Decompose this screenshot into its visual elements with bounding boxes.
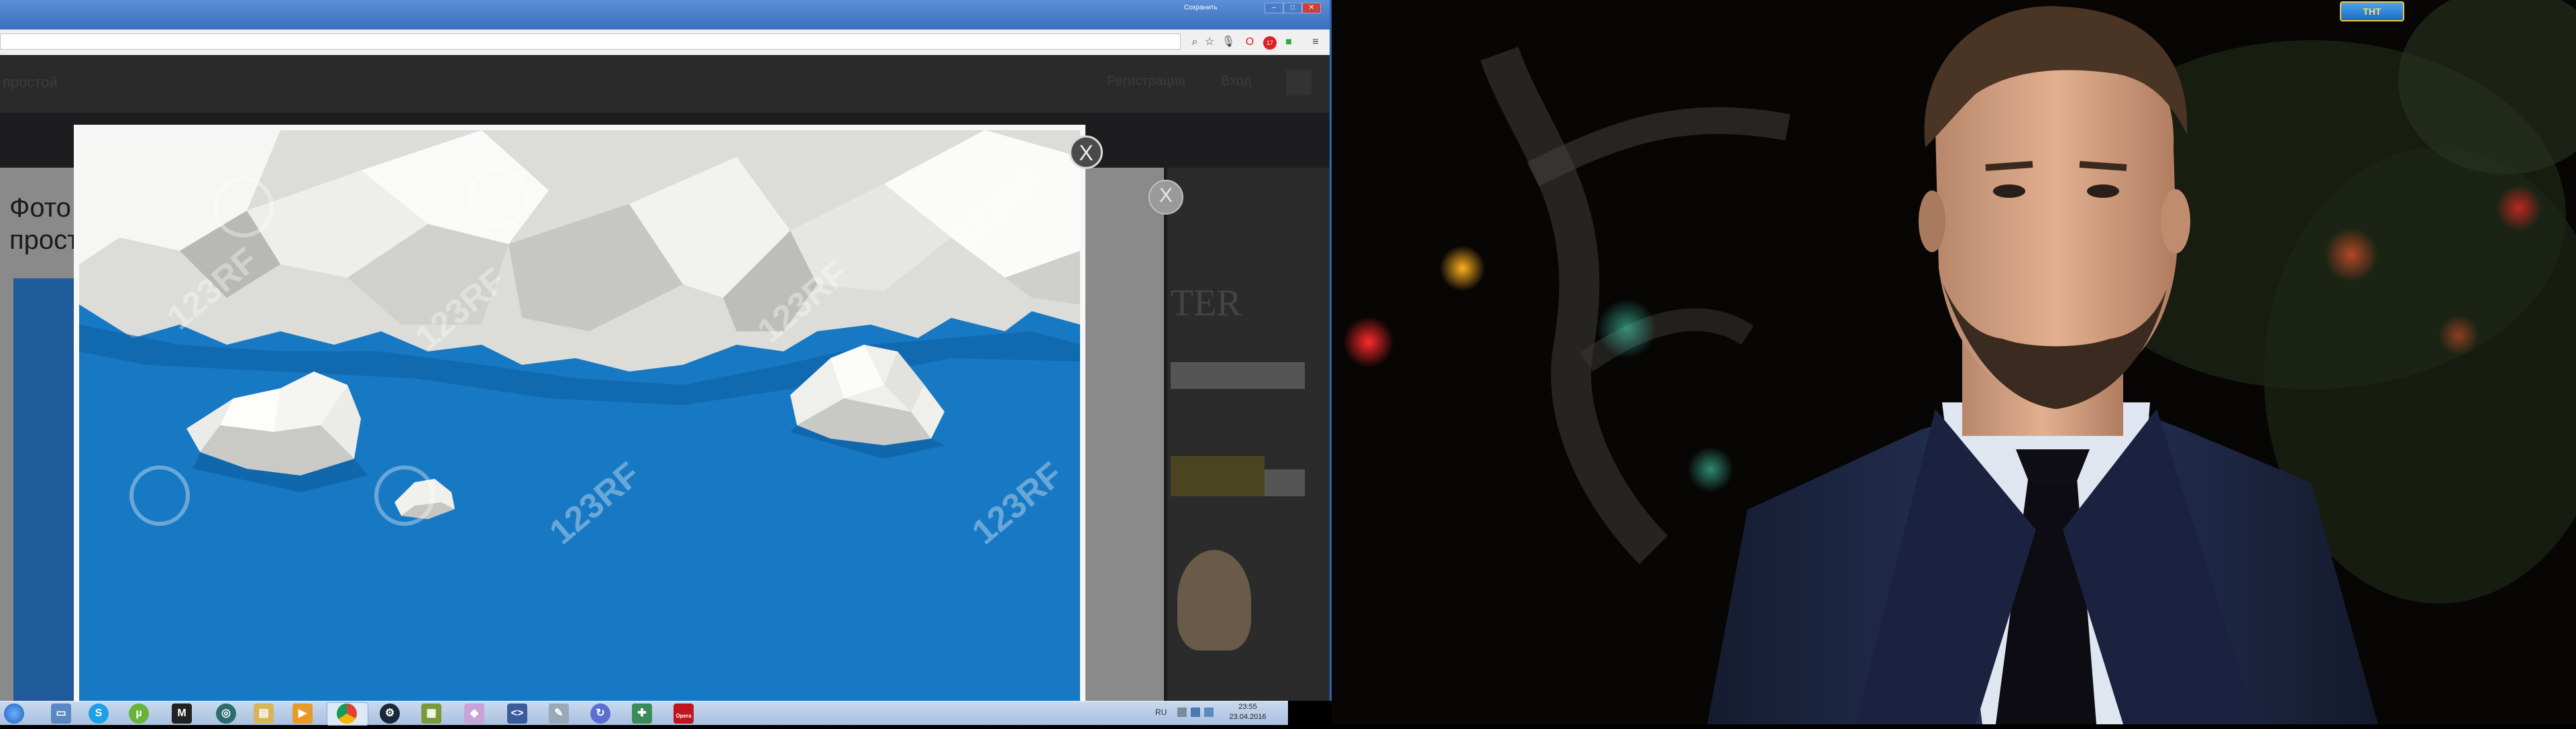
brow-left (1985, 161, 2033, 171)
bokeh-light (1597, 299, 1656, 358)
explorer-icon[interactable]: ▤ (254, 704, 274, 724)
header-action-button[interactable] (1286, 70, 1311, 95)
nav-register-link[interactable]: Регистрация (1107, 74, 1185, 89)
dialog-preview-strip (13, 278, 74, 701)
window-title: Сохранить (1184, 4, 1218, 11)
tray-flag-icon[interactable] (1177, 708, 1187, 717)
network-tray-icon[interactable] (1191, 708, 1200, 717)
steam-icon[interactable]: ⚙ (380, 704, 400, 724)
bokeh-light (2438, 315, 2479, 355)
lowpoly-clouds-image: 123RF 123RF 123RF 123RF 123RF 123RF (79, 130, 1080, 701)
network-icon[interactable]: ◎ (216, 704, 236, 724)
image-lightbox: 123RF 123RF 123RF 123RF 123RF 123RF (74, 125, 1085, 701)
taskbar: ▭ S µ M ◎ ▤ ▶ ⚙ ▦ ◆ <> ✎ ↻ ✚ Opera RU 23… (0, 701, 1288, 726)
star-icon[interactable]: ☆ (1202, 35, 1217, 50)
ear (2161, 189, 2190, 254)
page-header-text: простой (3, 74, 58, 91)
sidebar-bar (1171, 362, 1305, 389)
maximize-button[interactable]: □ (1283, 3, 1302, 13)
start-icon[interactable] (4, 704, 24, 724)
lightbox-close-button[interactable]: X (1069, 135, 1103, 169)
tools-icon[interactable]: ✎ (549, 704, 569, 724)
bokeh-light (1440, 245, 1485, 291)
channel-logo: ТНТ (2340, 1, 2404, 21)
url-input[interactable] (0, 34, 1181, 50)
eye-right (2087, 184, 2119, 198)
title-bar: Сохранить – □ ✕ (0, 0, 1330, 30)
sidebar-avatar (1177, 550, 1251, 651)
clock-time[interactable]: 23:55 (1228, 703, 1268, 711)
extension-icon[interactable]: ■ (1281, 35, 1296, 50)
computer-icon[interactable]: ▭ (51, 704, 71, 724)
skype-icon[interactable]: S (89, 704, 109, 724)
opera-icon[interactable]: O (1242, 35, 1257, 50)
background-dialog-close-button[interactable]: X (1148, 180, 1183, 215)
utorrent-icon[interactable]: µ (129, 704, 149, 724)
chrome-icon[interactable] (337, 704, 357, 724)
paint-icon[interactable]: ◆ (464, 704, 484, 724)
sidebar-ad (1171, 456, 1265, 496)
close-window-button[interactable]: ✕ (1302, 3, 1321, 13)
eye-left (1993, 184, 2025, 198)
clock-date[interactable]: 23.04.2016 (1228, 713, 1268, 721)
bokeh-light (2324, 228, 2378, 282)
brow-right (2079, 161, 2127, 171)
puzzle-icon[interactable]: ✚ (632, 704, 652, 724)
menu-icon[interactable]: ≡ (1308, 35, 1323, 50)
ear (1919, 190, 1945, 252)
adblock-icon[interactable]: 17 (1263, 35, 1277, 50)
sidebar-logo-text: TER (1171, 282, 1242, 324)
bokeh-light (1343, 317, 1394, 368)
archive-icon[interactable]: ▦ (421, 704, 441, 724)
browser-window: Сохранить – □ ✕ ⌕ ☆ 🎙 O 17 ■ ≡ простой Р… (0, 0, 1332, 701)
media-player-icon[interactable]: ▶ (292, 704, 313, 724)
bokeh-light (2496, 185, 2542, 231)
video-frame (1332, 0, 2576, 724)
nav-login-link[interactable]: Вход (1221, 74, 1251, 89)
sync-icon[interactable]: ↻ (590, 704, 610, 724)
bokeh-light (1688, 447, 1733, 492)
volume-tray-icon[interactable] (1204, 708, 1214, 717)
code-icon[interactable]: <> (507, 704, 527, 724)
video-player[interactable]: ТНТ (1332, 0, 2576, 724)
page-header: простой Регистрация Вход (0, 55, 1330, 113)
address-bar-area (0, 30, 1330, 56)
adblock-count: 17 (1263, 36, 1277, 50)
minimize-button[interactable]: – (1265, 3, 1283, 13)
search-icon[interactable]: ⌕ (1187, 35, 1202, 50)
language-indicator[interactable]: RU (1155, 708, 1167, 717)
m-app-icon[interactable]: M (172, 704, 192, 724)
opera-app-icon[interactable]: Opera (674, 704, 694, 724)
mic-icon[interactable]: 🎙 (1221, 35, 1236, 50)
